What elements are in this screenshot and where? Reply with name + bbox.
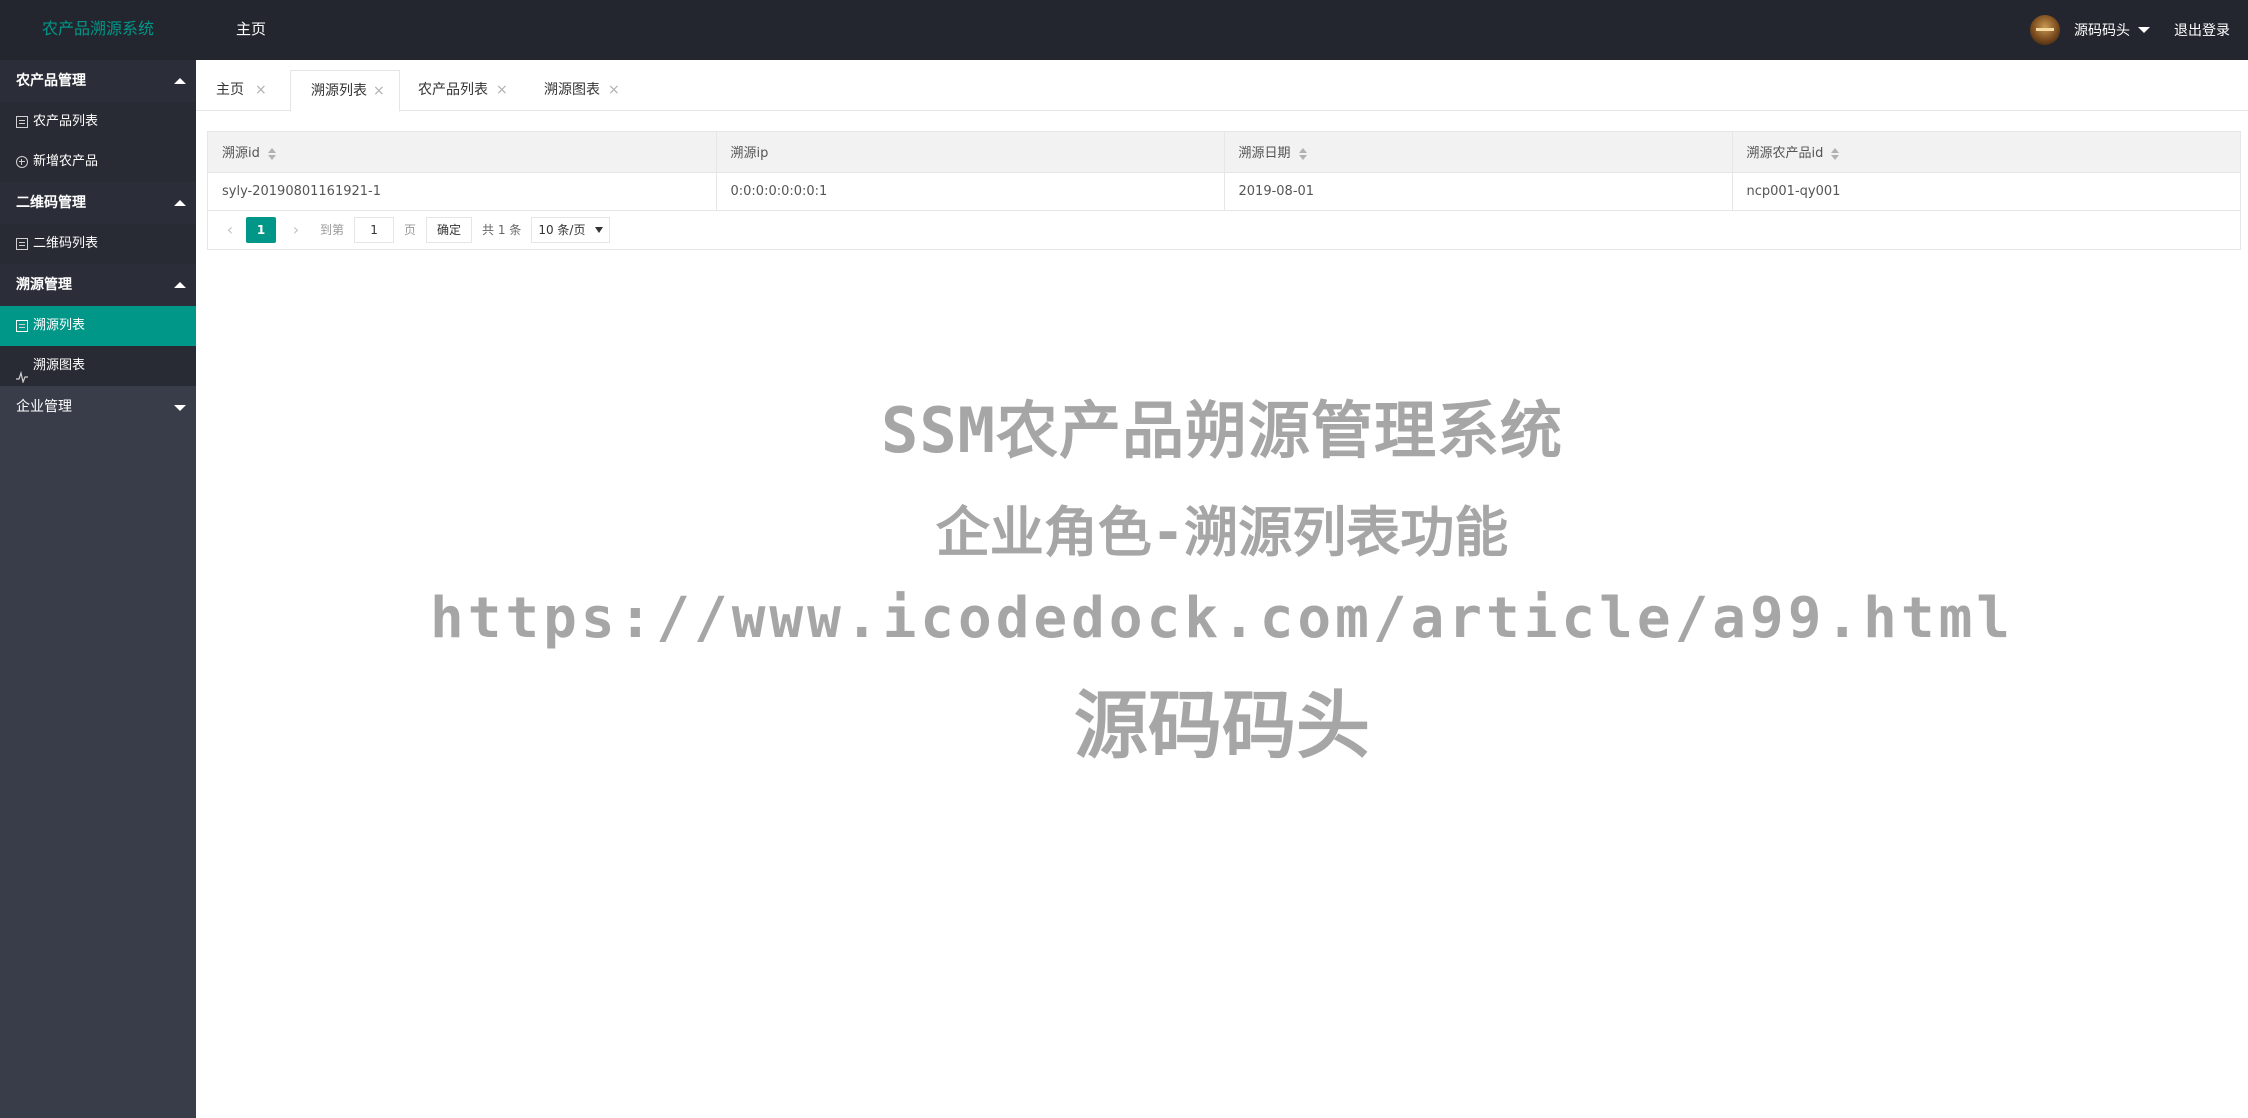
sidebar-item-label: 二维码列表	[33, 236, 99, 251]
sidebar-group-company[interactable]: 企业管理	[0, 386, 196, 428]
sidebar-group-label: 农产品管理	[16, 73, 86, 89]
list-icon	[16, 116, 28, 128]
sidebar-group-label: 溯源管理	[16, 277, 72, 293]
app-logo[interactable]: 农产品溯源系统	[0, 0, 196, 60]
confirm-page-button[interactable]: 确定	[426, 216, 473, 243]
current-page-button[interactable]: 1	[246, 216, 276, 243]
watermark-url: https://www.icodedock.com/article/a99.ht…	[429, 586, 2015, 651]
dropdown-arrow-icon	[595, 226, 604, 233]
sidebar-group-label: 二维码管理	[16, 195, 86, 211]
close-icon[interactable]: ×	[608, 70, 620, 110]
cell-product-id: ncp001-qy001	[1732, 172, 2240, 211]
top-nav-home[interactable]: 主页	[236, 0, 266, 60]
column-header-product-id[interactable]: 溯源农产品id	[1732, 132, 2240, 173]
sort-icon[interactable]	[267, 147, 277, 160]
tab-label: 溯源列表	[311, 83, 367, 99]
tab-product-list[interactable]: 农产品列表 ×	[398, 70, 524, 111]
logout-link[interactable]: 退出登录	[2174, 20, 2230, 40]
tab-trace-list[interactable]: 溯源列表 ×	[290, 70, 400, 112]
close-icon[interactable]: ×	[496, 70, 508, 110]
total-count: 共 1 条	[482, 223, 522, 237]
column-header-trace-date[interactable]: 溯源日期	[1224, 132, 1733, 173]
sidebar-item-product-list[interactable]: 农产品列表	[0, 102, 196, 142]
tab-label: 农产品列表	[418, 82, 488, 98]
table-header-row: 溯源id 溯源ip 溯源日期 溯源农产品id	[208, 132, 2240, 173]
close-icon[interactable]: ×	[373, 71, 385, 111]
caret-up-icon	[174, 282, 186, 288]
skip-label: 到第	[320, 223, 345, 237]
column-header-label: 溯源农产品id	[1746, 146, 1824, 162]
cell-trace-ip: 0:0:0:0:0:0:0:1	[716, 172, 1225, 211]
sidebar-submenu-product: 农产品列表 新增农产品	[0, 102, 196, 182]
add-circle-icon	[16, 156, 28, 168]
sidebar-item-qrcode-list[interactable]: 二维码列表	[0, 224, 196, 264]
close-icon[interactable]: ×	[255, 70, 267, 110]
tab-trace-chart[interactable]: 溯源图表 ×	[524, 70, 624, 111]
column-header-trace-id[interactable]: 溯源id	[208, 132, 717, 173]
sidebar-group-trace[interactable]: 溯源管理	[0, 264, 196, 306]
list-icon	[16, 320, 28, 332]
page-number-input[interactable]	[354, 216, 395, 243]
column-header-label: 溯源ip	[730, 146, 769, 162]
page-size-value: 10 条/页	[538, 222, 586, 237]
column-header-trace-ip: 溯源ip	[716, 132, 1225, 173]
table-row[interactable]: syly-20190801161921-1 0:0:0:0:0:0:0:1 20…	[208, 172, 2240, 211]
tab-bar: 主页 × 溯源列表 × 农产品列表 × 溯源图表 ×	[196, 60, 2248, 112]
chart-icon	[16, 360, 28, 385]
watermark-title: SSM农产品朔源管理系统	[881, 394, 1563, 467]
sidebar-item-add-product[interactable]: 新增农产品	[0, 142, 196, 182]
sidebar-item-trace-list[interactable]: 溯源列表	[0, 306, 196, 346]
sidebar-submenu-trace: 溯源列表 溯源图表	[0, 306, 196, 386]
cell-trace-id: syly-20190801161921-1	[208, 172, 717, 211]
column-header-label: 溯源id	[222, 146, 260, 162]
sidebar-group-label: 企业管理	[16, 399, 72, 415]
sidebar-item-trace-chart[interactable]: 溯源图表	[0, 346, 196, 386]
sidebar-item-label: 农产品列表	[33, 114, 99, 129]
list-icon	[16, 238, 28, 250]
trace-table: 溯源id 溯源ip 溯源日期 溯源农产品id syly-201908011619…	[207, 131, 2241, 250]
page-unit-label: 页	[404, 223, 417, 237]
sidebar-group-qrcode[interactable]: 二维码管理	[0, 182, 196, 224]
page-size-select[interactable]: 10 条/页	[531, 216, 611, 243]
column-header-label: 溯源日期	[1238, 146, 1291, 162]
tab-label: 溯源图表	[544, 82, 600, 98]
sort-icon[interactable]	[1298, 147, 1308, 160]
sidebar-item-label: 溯源图表	[33, 358, 86, 373]
caret-down-icon	[174, 405, 186, 411]
watermark-brand: 源码码头	[1074, 683, 1370, 769]
sidebar-item-label: 新增农产品	[33, 154, 99, 169]
sidebar-group-product[interactable]: 农产品管理	[0, 60, 196, 102]
sidebar-item-label: 溯源列表	[33, 318, 86, 333]
tab-label: 主页	[216, 82, 244, 98]
pagination: ‹ 1 › 到第 页 确定 共 1 条 10 条/页	[208, 211, 2240, 249]
caret-up-icon	[174, 78, 186, 84]
user-area: 源码码头 退出登录	[2030, 0, 2248, 60]
caret-up-icon	[174, 200, 186, 206]
sort-icon[interactable]	[1831, 147, 1840, 160]
avatar[interactable]	[2030, 15, 2060, 45]
tab-home[interactable]: 主页 ×	[196, 70, 287, 111]
watermark-subtitle: 企业角色-溯源列表功能	[935, 501, 1509, 564]
top-header: 农产品溯源系统 主页 源码码头 退出登录	[0, 0, 2248, 60]
next-page-icon[interactable]: ›	[286, 220, 306, 239]
prev-page-icon[interactable]: ‹	[220, 220, 240, 239]
user-name[interactable]: 源码码头	[2074, 20, 2130, 40]
sidebar: 农产品管理 农产品列表 新增农产品 二维码管理 二维码列表 溯源管理 溯源列表	[0, 60, 196, 1118]
user-menu-caret-icon[interactable]	[2138, 27, 2150, 33]
sidebar-submenu-qrcode: 二维码列表	[0, 224, 196, 264]
cell-trace-date: 2019-08-01	[1224, 172, 1733, 211]
